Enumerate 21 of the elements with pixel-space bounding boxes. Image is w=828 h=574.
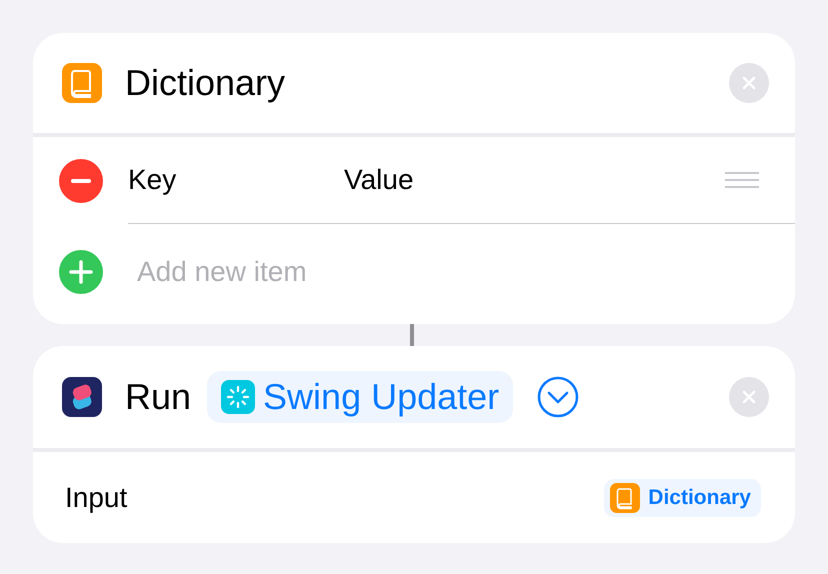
chevron-down-circle-icon[interactable] — [537, 376, 580, 418]
add-item-button[interactable]: Add new item — [137, 251, 307, 293]
sparkle-icon — [221, 380, 256, 414]
key-field[interactable]: Key — [128, 159, 344, 201]
book-icon — [610, 482, 640, 512]
stacked-layers-icon — [62, 377, 102, 417]
remove-button[interactable] — [59, 158, 103, 202]
minus-icon — [71, 178, 91, 182]
input-token[interactable]: Dictionary — [604, 478, 761, 516]
drag-handle-icon[interactable] — [725, 171, 759, 189]
close-button[interactable] — [729, 377, 769, 417]
action-verb: Run — [125, 375, 192, 419]
close-icon — [741, 389, 757, 405]
add-icon[interactable] — [59, 250, 103, 294]
close-button[interactable] — [729, 63, 769, 103]
book-icon — [62, 63, 102, 103]
input-label: Input — [65, 480, 128, 515]
shortcut-token[interactable]: Swing Updater — [207, 371, 514, 423]
value-field[interactable]: Value — [344, 159, 725, 201]
close-icon — [741, 75, 757, 91]
action-title: Dictionary — [125, 61, 286, 105]
